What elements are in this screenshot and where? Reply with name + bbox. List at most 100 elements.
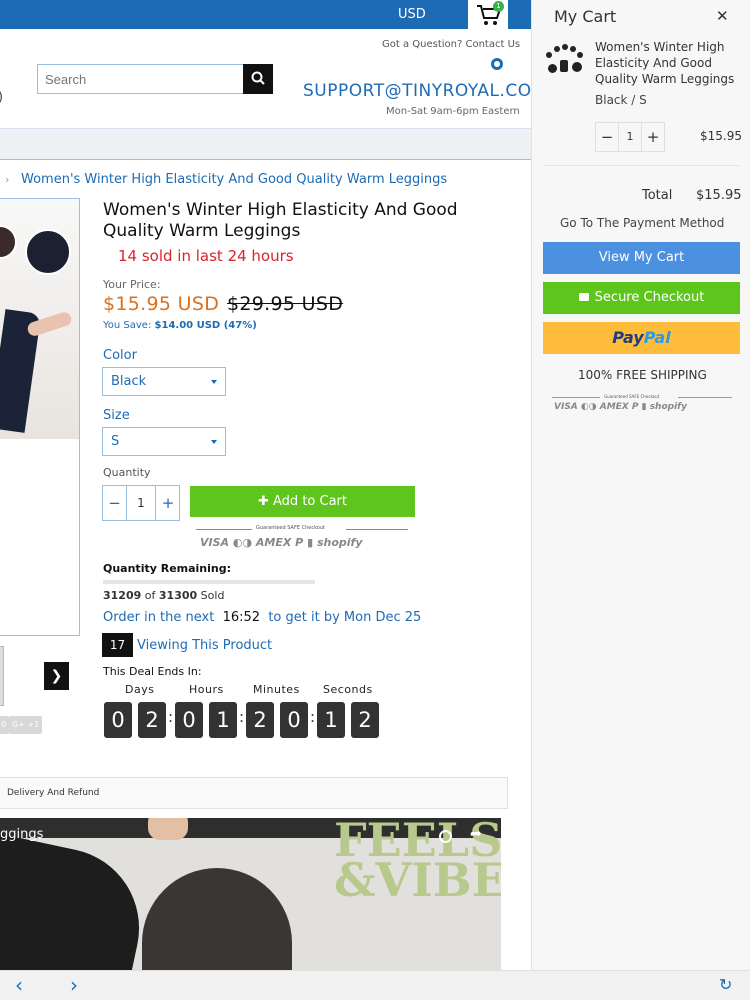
order-suffix: to get it by Mon Dec 25 [268, 610, 422, 625]
quantity-remaining-label: Quantity Remaining: [103, 562, 232, 575]
order-countdown: 16:52 [222, 610, 261, 625]
quantity-increase-button[interactable]: + [155, 486, 180, 520]
cart-item-price: $15.95 [700, 129, 742, 143]
total-label: Total [642, 188, 673, 203]
add-to-cart-button[interactable]: ✚ Add to Cart [190, 486, 415, 517]
cart-badge-text: Guaranteed SAFE Checkout [604, 394, 660, 399]
sold-word: Sold [200, 589, 225, 602]
share-chip[interactable]: 0 [0, 716, 10, 734]
gallery-next-button[interactable]: ❯ [44, 662, 69, 690]
search-input[interactable] [37, 64, 243, 94]
total-value: $15.95 [696, 188, 742, 203]
search-icon [251, 71, 265, 85]
cart-quantity-increase[interactable]: + [642, 123, 664, 151]
countdown-digit: 2 [138, 702, 166, 738]
cart-count-badge: 1 [493, 1, 504, 12]
close-icon[interactable]: ✕ [716, 7, 729, 25]
google-plus-chip[interactable]: G+ +1 [9, 716, 43, 734]
cart-title: My Cart [554, 7, 617, 26]
chevron-right-icon[interactable]: › [70, 973, 78, 997]
viewing-count: 17 [102, 633, 133, 657]
paypal-button[interactable]: PayPal [543, 322, 740, 354]
product-title: Women's Winter High Elasticity And Good … [103, 200, 458, 241]
order-prefix: Order in the next [103, 610, 215, 625]
secure-checkout-badge: Guaranteed SAFE Checkout VISA ◐◑ AMEX P … [196, 524, 408, 554]
paypal-logo-pal: Pal [643, 328, 671, 347]
support-email[interactable]: SUPPORT@TINYROYAL.COM [303, 81, 531, 101]
save-value: $14.00 USD (47%) [154, 320, 257, 331]
nav-bar [0, 128, 531, 160]
sold-of: of [144, 589, 156, 602]
delivery-estimate: Order in the next 16:52 to get it by Mon… [103, 610, 421, 625]
search-button[interactable] [243, 64, 273, 94]
cart-item-variant: Black / S [595, 93, 647, 107]
watch-later-icon[interactable] [439, 830, 452, 843]
lock-icon [578, 293, 589, 301]
countdown-label-days: Days [125, 683, 155, 696]
sold-count: 31209 of 31300 Sold [103, 589, 224, 602]
view-cart-button[interactable]: View My Cart [543, 242, 740, 274]
breadcrumb[interactable]: Women's Winter High Elasticity And Good … [21, 172, 447, 187]
stock-progress-fill [103, 580, 315, 584]
secure-checkout-label: Secure Checkout [594, 290, 705, 305]
quantity-value[interactable]: 1 [127, 486, 155, 520]
sold-total: 31300 [158, 589, 198, 602]
savings: You Save: $14.00 USD (47%) [103, 320, 257, 331]
cart-quantity-decrease[interactable]: − [596, 123, 618, 151]
cart-payment-logos: VISA ◐◑ AMEX P ▮ shopify [554, 402, 687, 412]
browser-toolbar: ‹ › ↻ [0, 970, 750, 1000]
top-bar: USD 1 [0, 0, 531, 29]
share-icon[interactable]: ➦ [470, 826, 482, 842]
cart-item-thumbnail [544, 40, 584, 75]
size-label: Size [103, 408, 130, 423]
countdown-digit: 0 [104, 702, 132, 738]
sold-number: 31209 [103, 589, 142, 602]
payment-method-text: Go To The Payment Method [560, 216, 725, 230]
contact-link[interactable]: Got a Question? Contact Us [382, 39, 520, 50]
countdown-digit: 1 [209, 702, 237, 738]
support-hours: Mon-Sat 9am-6pm Eastern [386, 106, 520, 117]
cart-drawer: My Cart ✕ Women's Winter High Elasticity… [531, 0, 750, 970]
secure-checkout-button[interactable]: Secure Checkout [543, 282, 740, 314]
quantity-decrease-button[interactable]: − [103, 486, 127, 520]
countdown-label-minutes: Minutes [253, 683, 300, 696]
countdown-label-hours: Hours [189, 683, 224, 696]
gallery-thumbnail[interactable] [0, 646, 4, 706]
viewing-text: Viewing This Product [137, 638, 273, 653]
color-select[interactable]: Black [102, 367, 226, 396]
chevron-left-icon[interactable]: ‹ [15, 973, 23, 997]
hand-image [148, 818, 188, 840]
countdown-digit: 1 [317, 702, 345, 738]
free-shipping-text: 100% FREE SHIPPING [578, 368, 707, 382]
color-label: Color [103, 348, 137, 363]
currency-selector[interactable]: USD [398, 7, 426, 22]
countdown-digit: 2 [246, 702, 274, 738]
product-price: $15.95 USD [103, 293, 220, 315]
countdown-digit: 0 [175, 702, 203, 738]
tab-delivery-refund[interactable]: Delivery And Refund [7, 788, 99, 798]
product-tabs: Delivery And Refund [0, 777, 508, 809]
secure-badge-text: Guaranteed SAFE Checkout [256, 525, 325, 531]
cart-secure-badge: Guaranteed SAFE Checkout VISA ◐◑ AMEX P … [552, 394, 732, 418]
divider [544, 165, 740, 166]
countdown-digit: 0 [280, 702, 308, 738]
detail-circle-image [25, 229, 71, 275]
video-caption: ggings [0, 827, 44, 842]
paypal-logo-pay: Pay [612, 328, 644, 347]
cart-quantity-stepper: − 1 + [595, 122, 665, 152]
view-cart-label: View My Cart [598, 250, 685, 265]
caret-down-icon [211, 380, 217, 384]
save-label: You Save: [103, 320, 152, 331]
countdown-label-seconds: Seconds [323, 683, 373, 696]
caret-down-icon [211, 440, 217, 444]
reload-icon[interactable]: ↻ [719, 975, 732, 994]
cart-quantity-value[interactable]: 1 [618, 123, 642, 151]
cart-item-name[interactable]: Women's Winter High Elasticity And Good … [595, 39, 745, 87]
size-select[interactable]: S [102, 427, 226, 456]
chat-icon[interactable] [491, 58, 503, 70]
cart-button[interactable]: 1 [468, 0, 508, 29]
price-label: Your Price: [103, 278, 161, 291]
product-main-image[interactable] [0, 198, 80, 636]
payment-logos: VISA ◐◑ AMEX P ▮ shopify [200, 536, 363, 549]
deal-ends-label: This Deal Ends In: [103, 665, 202, 678]
